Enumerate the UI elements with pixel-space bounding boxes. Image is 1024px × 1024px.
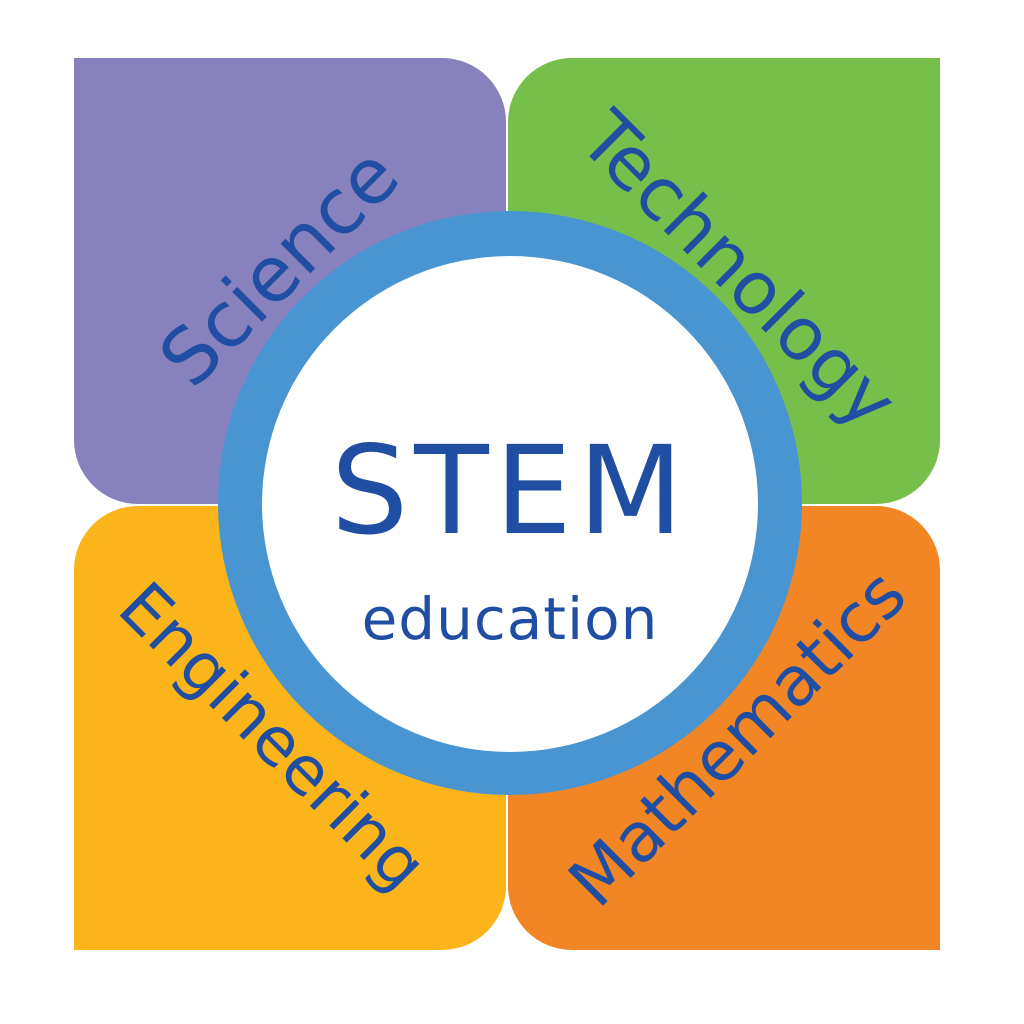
hub-title: STEM [330, 420, 690, 562]
hub-subtitle: education [361, 585, 659, 653]
center-hub: STEM education [262, 256, 758, 752]
stem-diagram: Science Technology Engineering Mathemati… [0, 0, 1024, 1024]
